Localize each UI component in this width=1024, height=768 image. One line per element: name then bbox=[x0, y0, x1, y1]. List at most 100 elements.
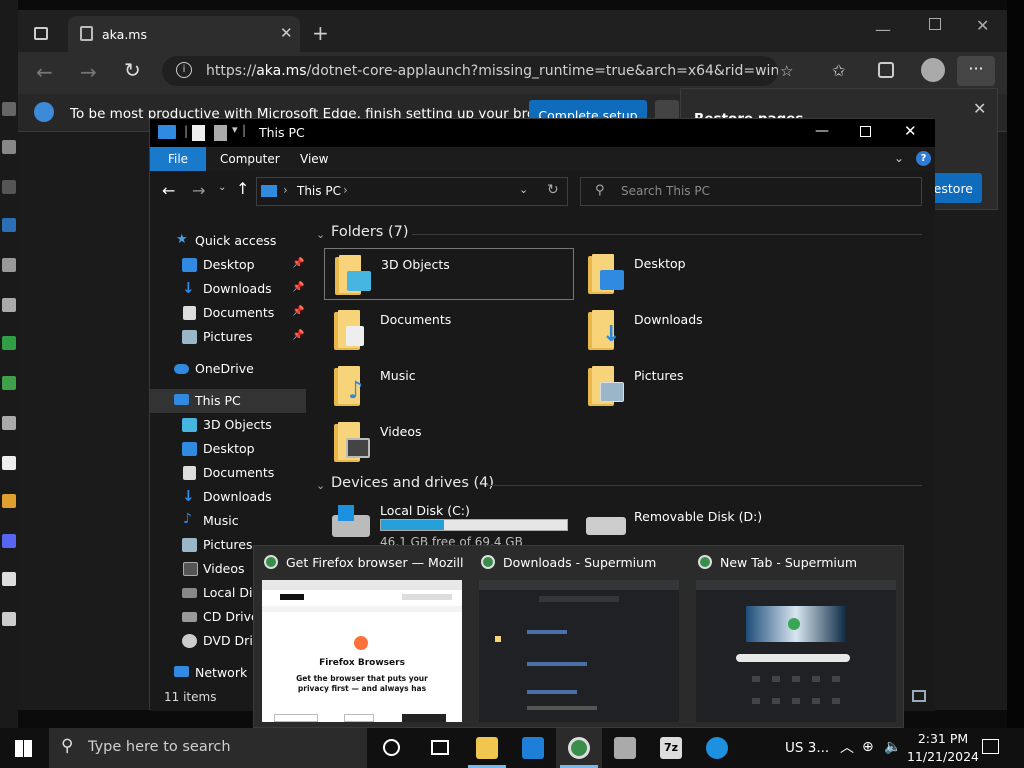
desktop-icon[interactable] bbox=[2, 494, 16, 508]
maximize-icon[interactable] bbox=[929, 18, 941, 30]
tab-actions-icon[interactable] bbox=[34, 27, 48, 40]
nav-pc-downloads[interactable]: ↓ Downloads bbox=[150, 485, 306, 509]
drives-header[interactable]: Devices and drives (4) bbox=[331, 475, 494, 491]
new-tab-icon[interactable]: + bbox=[312, 21, 329, 45]
desktop-icon[interactable] bbox=[2, 612, 16, 626]
minimize-icon[interactable]: — bbox=[815, 123, 829, 139]
clock-time[interactable]: 2:31 PM bbox=[912, 731, 974, 746]
folder-pictures[interactable]: Pictures bbox=[578, 360, 828, 412]
minimize-icon[interactable]: — bbox=[875, 20, 891, 39]
back-icon[interactable]: ← bbox=[36, 60, 53, 84]
taskbar-search-box[interactable]: ⚲ Type here to search bbox=[49, 728, 367, 768]
nav-quick-documents[interactable]: Documents 📌 bbox=[150, 301, 306, 325]
start-windows-icon[interactable] bbox=[15, 740, 32, 757]
qat-dropdown-icon[interactable]: ▾ bbox=[232, 123, 238, 136]
taskbar-app-7zip[interactable]: 7z bbox=[648, 728, 694, 768]
desktop-icon[interactable] bbox=[2, 218, 16, 232]
desktop-icon[interactable] bbox=[2, 572, 16, 586]
nav-quick-downloads[interactable]: ↓ Downloads 📌 bbox=[150, 277, 306, 301]
nav-pc-3d-objects[interactable]: 3D Objects bbox=[150, 413, 306, 437]
taskbar-app-supermium[interactable] bbox=[556, 728, 602, 768]
nav-quick-access[interactable]: ★ Quick access bbox=[150, 229, 306, 253]
language-indicator[interactable]: US 3... bbox=[785, 740, 829, 756]
ribbon-tab-computer[interactable]: Computer bbox=[220, 152, 280, 166]
collections-icon[interactable] bbox=[878, 62, 894, 78]
favorite-add-icon[interactable]: ☆ bbox=[780, 62, 793, 80]
folder-downloads[interactable]: ↓ Downloads bbox=[578, 304, 828, 356]
show-hidden-icons-icon[interactable]: ︿ bbox=[840, 737, 854, 757]
nav-pc-desktop[interactable]: Desktop bbox=[150, 437, 306, 461]
desktop-icon[interactable] bbox=[2, 376, 16, 390]
nav-this-pc[interactable]: This PC bbox=[150, 389, 306, 413]
new-folder-icon[interactable] bbox=[214, 125, 227, 141]
back-icon[interactable]: ← bbox=[162, 181, 175, 200]
close-icon[interactable]: ✕ bbox=[904, 122, 917, 140]
nav-pc-music[interactable]: ♪ Music bbox=[150, 509, 306, 533]
collapse-chevron-icon[interactable]: ⌄ bbox=[316, 228, 325, 241]
nav-quick-desktop[interactable]: Desktop 📌 bbox=[150, 253, 306, 277]
address-box[interactable]: › This PC › ⌄ ↻ bbox=[256, 177, 568, 206]
folder-3d-objects[interactable]: 3D Objects bbox=[324, 248, 574, 300]
nav-quick-pictures[interactable]: Pictures 📌 bbox=[150, 325, 306, 349]
recent-locations-icon[interactable]: ⌄ bbox=[218, 182, 226, 193]
ribbon-tabs: Computer View ⌄ ? bbox=[150, 147, 935, 171]
breadcrumb-this-pc[interactable]: This PC bbox=[297, 184, 341, 198]
collapse-chevron-icon[interactable]: ⌄ bbox=[316, 479, 325, 492]
ribbon-tab-file[interactable]: File bbox=[150, 147, 206, 171]
thumbnail-new-tab[interactable]: New Tab - Supermium bbox=[688, 546, 905, 729]
network-status-icon[interactable]: ⊕ bbox=[862, 739, 874, 755]
documents-icon bbox=[346, 326, 364, 346]
task-view-icon[interactable] bbox=[431, 740, 449, 755]
forward-icon[interactable]: → bbox=[80, 60, 97, 84]
taskbar-app-file-explorer[interactable] bbox=[464, 728, 510, 768]
edge-tab[interactable]: aka.ms ✕ bbox=[68, 16, 300, 52]
address-bar[interactable]: i https://aka.ms/dotnet-core-applaunch?m… bbox=[162, 56, 778, 86]
desktop-icon[interactable] bbox=[2, 298, 16, 312]
address-dropdown-icon[interactable]: ⌄ bbox=[519, 183, 528, 196]
maximize-icon[interactable] bbox=[860, 126, 871, 137]
desktop-icon[interactable] bbox=[2, 534, 16, 548]
clock-date[interactable]: 11/21/2024 bbox=[906, 749, 980, 764]
ribbon-expand-icon[interactable]: ⌄ bbox=[894, 151, 904, 165]
nav-onedrive[interactable]: OneDrive bbox=[150, 357, 306, 381]
taskbar-app-edge[interactable] bbox=[694, 728, 740, 768]
taskbar-app-store[interactable] bbox=[510, 728, 556, 768]
nav-pc-documents[interactable]: Documents bbox=[150, 461, 306, 485]
desktop-icon[interactable] bbox=[2, 456, 16, 470]
folders-header[interactable]: Folders (7) bbox=[331, 224, 409, 240]
breadcrumb-sep[interactable]: › bbox=[343, 183, 348, 197]
settings-more-icon[interactable]: ··· bbox=[957, 56, 995, 86]
restore-close-icon[interactable]: ✕ bbox=[973, 99, 986, 118]
notifications-icon[interactable] bbox=[982, 739, 999, 754]
refresh-icon[interactable]: ↻ bbox=[124, 58, 141, 82]
ribbon-tab-view[interactable]: View bbox=[300, 152, 328, 166]
folder-desktop[interactable]: Desktop bbox=[578, 248, 828, 300]
thumbnail-firefox[interactable]: Get Firefox browser — Mozilla (... Firef… bbox=[254, 546, 471, 729]
forward-icon[interactable]: → bbox=[192, 181, 205, 200]
refresh-icon[interactable]: ↻ bbox=[547, 182, 559, 198]
help-icon[interactable]: ? bbox=[916, 151, 931, 166]
volume-icon[interactable]: 🔈 bbox=[884, 739, 901, 755]
cortana-icon[interactable] bbox=[383, 739, 400, 756]
folder-documents[interactable]: Documents bbox=[324, 304, 574, 356]
thumbnail-downloads[interactable]: Downloads - Supermium bbox=[471, 546, 688, 729]
drive-removable-d[interactable]: Removable Disk (D:) bbox=[578, 497, 828, 549]
desktop-icon[interactable] bbox=[2, 416, 16, 430]
profile-avatar[interactable] bbox=[921, 58, 945, 82]
close-icon[interactable]: ✕ bbox=[976, 16, 989, 35]
taskbar-app-network[interactable] bbox=[602, 728, 648, 768]
folder-videos[interactable]: Videos bbox=[324, 416, 574, 468]
desktop-icon[interactable] bbox=[2, 258, 16, 272]
desktop-icon[interactable] bbox=[2, 180, 16, 194]
folder-music[interactable]: ♪ Music bbox=[324, 360, 574, 412]
desktop-icon[interactable] bbox=[2, 140, 16, 154]
tiles-view-icon[interactable] bbox=[912, 690, 926, 702]
properties-icon[interactable] bbox=[192, 125, 205, 141]
desktop-icon[interactable] bbox=[2, 102, 16, 116]
desktop-icon[interactable] bbox=[2, 336, 16, 350]
tab-close-icon[interactable]: ✕ bbox=[280, 24, 293, 42]
favorites-icon[interactable]: ✩ bbox=[832, 61, 845, 80]
search-box[interactable]: ⚲ Search This PC bbox=[580, 177, 922, 206]
up-icon[interactable]: ↑ bbox=[236, 179, 249, 198]
info-icon[interactable]: i bbox=[176, 62, 192, 78]
